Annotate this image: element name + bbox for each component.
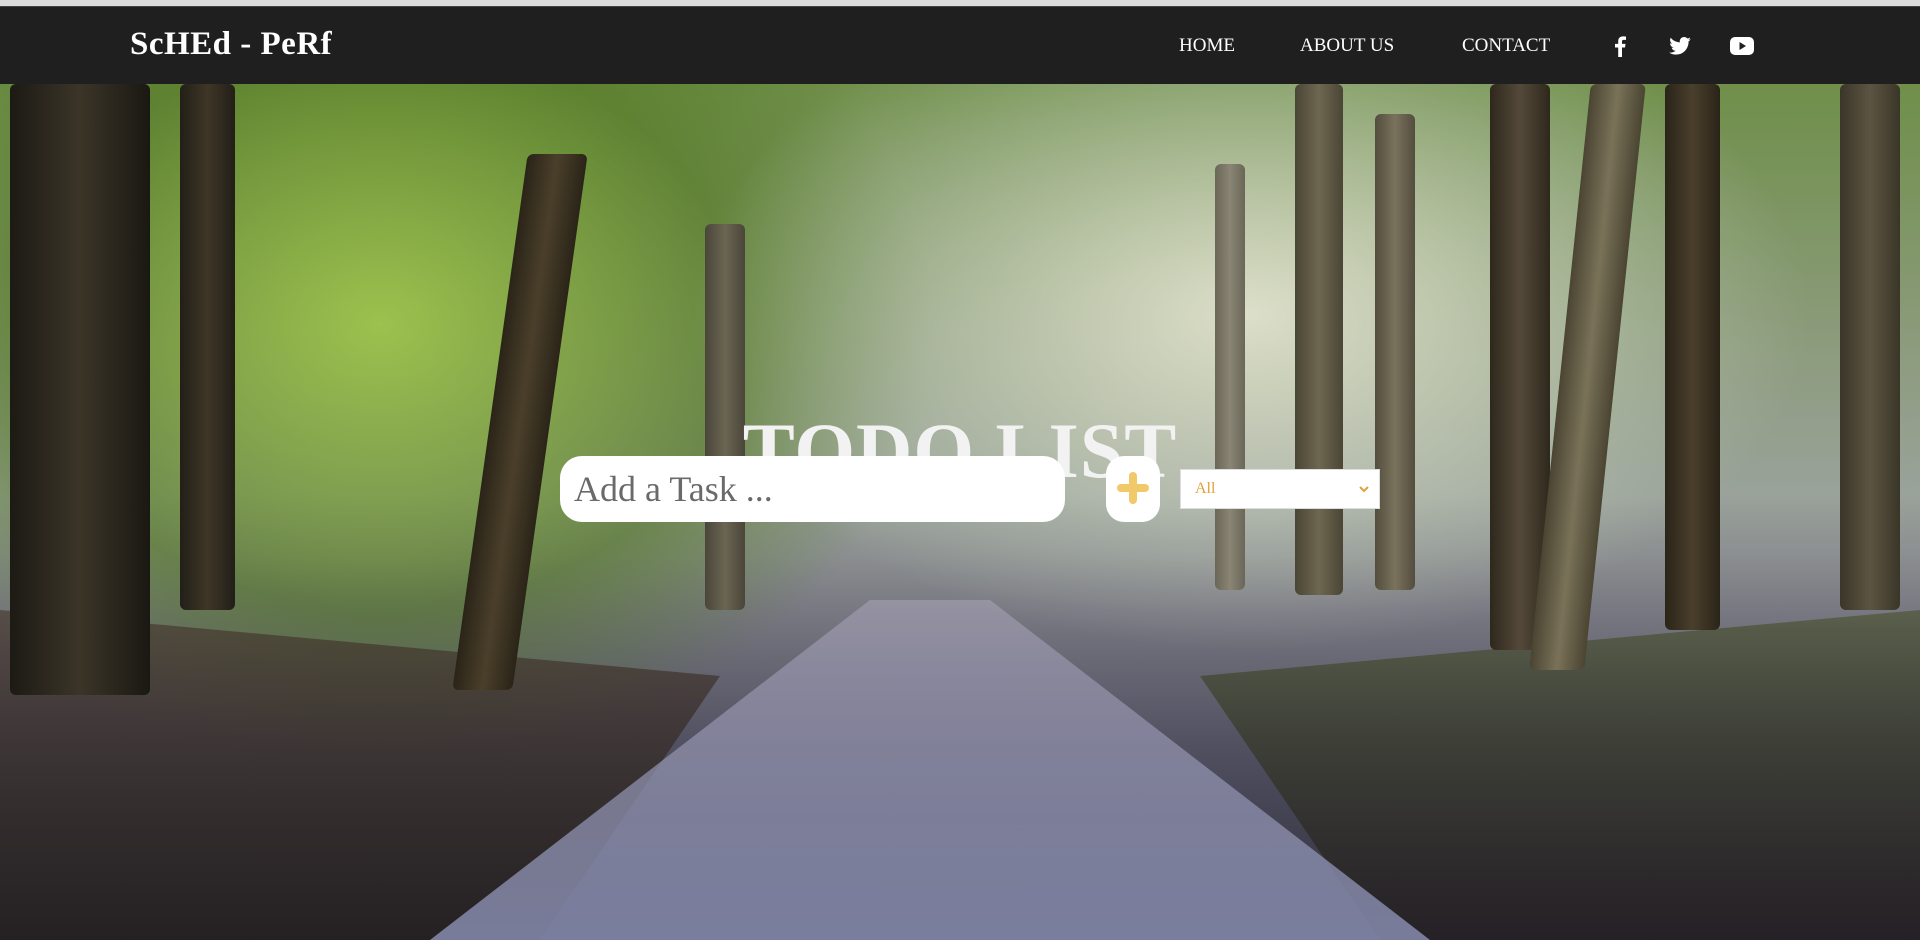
filter-selected-value: All — [1195, 480, 1216, 497]
youtube-icon[interactable] — [1730, 37, 1754, 55]
tree-trunk — [1840, 84, 1900, 610]
add-task-input[interactable] — [560, 456, 1065, 522]
tree-trunk — [1295, 84, 1343, 595]
tree-trunk — [1215, 164, 1245, 590]
brand-logo[interactable]: ScHEd - PeRf — [130, 26, 332, 63]
navbar: ScHEd - PeRf HOME ABOUT US CONTACT — [0, 6, 1920, 84]
tree-trunk — [180, 84, 235, 610]
plus-icon — [1115, 470, 1151, 509]
nav-home-link[interactable]: HOME — [1179, 35, 1235, 57]
nav-about-link[interactable]: ABOUT US — [1300, 35, 1394, 57]
nav-contact-link[interactable]: CONTACT — [1462, 35, 1550, 57]
tree-trunk — [1665, 84, 1720, 630]
add-task-button[interactable] — [1106, 456, 1160, 522]
twitter-icon[interactable] — [1669, 37, 1691, 55]
tree-trunk — [10, 84, 150, 695]
tree-trunk — [1375, 114, 1415, 590]
filter-select[interactable]: All — [1180, 469, 1380, 509]
facebook-icon[interactable] — [1614, 35, 1626, 57]
